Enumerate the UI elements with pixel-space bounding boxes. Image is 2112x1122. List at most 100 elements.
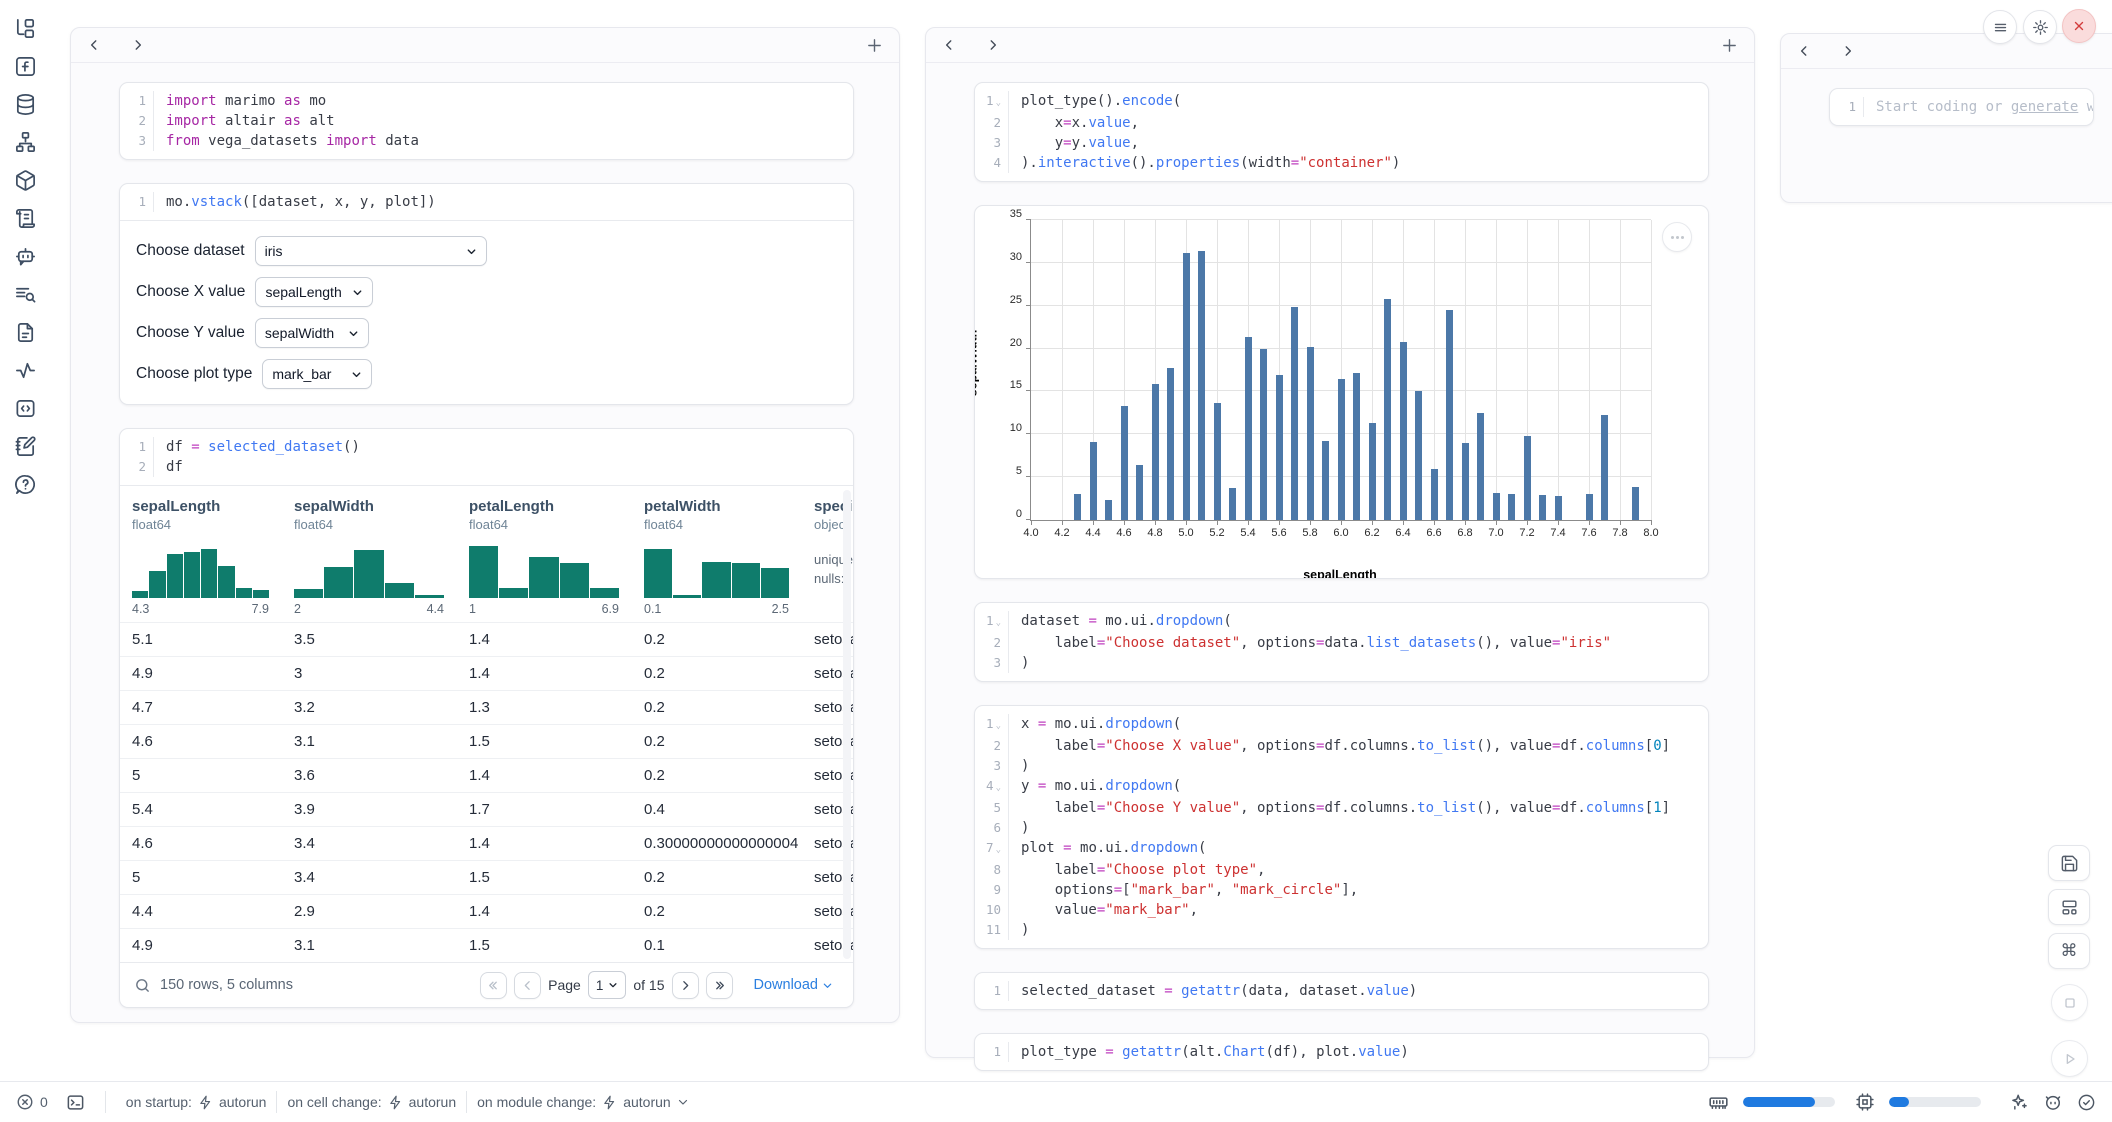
dropdown-select[interactable]: mark_bar <box>262 359 372 389</box>
file-tree-icon[interactable] <box>14 16 38 40</box>
add-cell-icon[interactable] <box>1721 37 1738 54</box>
code-line[interactable]: plot_type = getattr(alt.Chart(df), plot.… <box>1009 1042 1409 1062</box>
page-select[interactable]: 1 <box>588 971 627 999</box>
dataset-dropdown-cell[interactable]: 1⌄dataset = mo.ui.dropdown(2 label="Choo… <box>974 602 1709 682</box>
keyboard-shortcuts-icon[interactable]: ⌘ <box>2048 933 2090 969</box>
save-icon[interactable] <box>2048 845 2090 881</box>
scroll-text-icon[interactable] <box>14 206 38 230</box>
chevron-left-icon[interactable] <box>1797 44 1811 58</box>
dropdown-select[interactable]: sepalWidth <box>255 318 369 348</box>
list-search-icon[interactable] <box>14 282 38 306</box>
chart-canvas[interactable]: 051015202530354.04.24.44.64.85.05.25.45.… <box>1030 220 1651 521</box>
database-icon[interactable] <box>14 92 38 116</box>
code-line[interactable]: df <box>154 457 183 477</box>
code-line[interactable]: ) <box>1009 818 1029 838</box>
code-line[interactable]: y=y.value, <box>1009 133 1139 153</box>
column-header-sepalWidth[interactable]: sepalWidthfloat6424.4 <box>294 498 469 616</box>
code-line[interactable]: from vega_datasets import data <box>154 131 419 151</box>
code-snippet-icon[interactable] <box>14 396 38 420</box>
add-cell-icon[interactable] <box>866 37 883 54</box>
connection-status-icon[interactable] <box>2077 1093 2096 1112</box>
code-line[interactable]: y = mo.ui.dropdown( <box>1009 776 1181 798</box>
plot-encode-cell[interactable]: 1⌄plot_type().encode(2 x=x.value,3 y=y.v… <box>974 82 1709 182</box>
last-page-button[interactable] <box>706 972 733 999</box>
help-circle-icon[interactable] <box>14 472 38 496</box>
settings-gear-icon[interactable] <box>2023 10 2057 44</box>
chevron-left-icon[interactable] <box>87 38 101 52</box>
code-editor[interactable]: 1import marimo as mo2import altair as al… <box>120 83 853 159</box>
run-icon[interactable] <box>2051 1040 2088 1077</box>
code-line[interactable]: ) <box>1009 756 1029 776</box>
dropdown-select[interactable]: sepalLength <box>255 277 373 307</box>
fold-chevron-icon[interactable]: ⌄ <box>996 783 1001 793</box>
code-line[interactable]: ).interactive().properties(width="contai… <box>1009 153 1400 173</box>
code-line[interactable]: import altair as alt <box>154 111 335 131</box>
code-editor[interactable]: 1selected_dataset = getattr(data, datase… <box>975 973 1708 1009</box>
chevron-left-icon[interactable] <box>942 38 956 52</box>
code-line[interactable]: x=x.value, <box>1009 113 1139 133</box>
chevron-right-icon[interactable] <box>1841 44 1855 58</box>
chevron-right-icon[interactable] <box>986 38 1000 52</box>
vstack-cell[interactable]: 1mo.vstack([dataset, x, y, plot]) Choose… <box>119 183 854 405</box>
code-line[interactable]: plot_type().encode( <box>1009 91 1181 113</box>
terminal-icon[interactable] <box>66 1093 85 1112</box>
fold-chevron-icon[interactable]: ⌄ <box>996 618 1001 628</box>
fold-chevron-icon[interactable]: ⌄ <box>996 845 1001 855</box>
empty-cell[interactable]: 1 Start coding or generate with <box>1829 88 2094 126</box>
column-header-petalLength[interactable]: petalLengthfloat6416.9 <box>469 498 644 616</box>
chevron-right-icon[interactable] <box>131 38 145 52</box>
code-line[interactable]: ) <box>1009 920 1029 940</box>
column-header-petalWidth[interactable]: petalWidthfloat640.12.5 <box>644 498 814 616</box>
code-line[interactable]: df = selected_dataset() <box>154 437 360 457</box>
fold-chevron-icon[interactable]: ⌄ <box>996 721 1001 731</box>
chart-actions-icon[interactable] <box>1662 222 1692 252</box>
code-editor[interactable]: 1⌄dataset = mo.ui.dropdown(2 label="Choo… <box>975 603 1708 681</box>
code-line[interactable]: value="mark_bar", <box>1009 900 1198 920</box>
code-editor[interactable]: 1df = selected_dataset()2df <box>120 429 853 485</box>
code-line[interactable]: import marimo as mo <box>154 91 326 111</box>
prev-page-button[interactable] <box>514 972 541 999</box>
code-line[interactable]: label="Choose plot type", <box>1009 860 1265 880</box>
notebook-pen-icon[interactable] <box>14 434 38 458</box>
code-line[interactable]: label="Choose X value", options=df.colum… <box>1009 736 1670 756</box>
function-square-icon[interactable] <box>14 54 38 78</box>
activity-icon[interactable] <box>14 358 38 382</box>
code-line[interactable]: options=["mark_bar", "mark_circle"], <box>1009 880 1358 900</box>
dropdown-select[interactable]: iris <box>255 236 487 266</box>
search-icon[interactable] <box>134 977 151 994</box>
code-line[interactable]: ) <box>1009 653 1029 673</box>
file-text-icon[interactable] <box>14 320 38 344</box>
autorun-config-segment[interactable]: on startup:autorun <box>126 1094 267 1110</box>
code-line[interactable]: selected_dataset = getattr(data, dataset… <box>1009 981 1417 1001</box>
column-header-sepalLength[interactable]: sepalLengthfloat644.37.9 <box>132 498 294 616</box>
code-line[interactable]: mo.vstack([dataset, x, y, plot]) <box>154 192 436 212</box>
code-line[interactable]: label="Choose Y value", options=df.colum… <box>1009 798 1670 818</box>
fold-chevron-icon[interactable]: ⌄ <box>996 98 1001 108</box>
autorun-config-segment[interactable]: on cell change:autorun <box>287 1094 456 1110</box>
stop-icon[interactable] <box>2051 984 2088 1021</box>
imports-cell[interactable]: 1import marimo as mo2import altair as al… <box>119 82 854 160</box>
plot-type-cell[interactable]: 1plot_type = getattr(alt.Chart(df), plot… <box>974 1033 1709 1071</box>
assistant-icon[interactable] <box>2043 1092 2063 1112</box>
download-button[interactable]: Download <box>748 976 840 994</box>
code-line[interactable]: label="Choose dataset", options=data.lis… <box>1009 633 1611 653</box>
next-page-button[interactable] <box>672 972 699 999</box>
network-icon[interactable] <box>14 130 38 154</box>
code-line[interactable]: plot = mo.ui.dropdown( <box>1009 838 1206 860</box>
code-editor[interactable]: 1⌄plot_type().encode(2 x=x.value,3 y=y.v… <box>975 83 1708 181</box>
code-line[interactable]: dataset = mo.ui.dropdown( <box>1009 611 1232 633</box>
errors-indicator[interactable]: 0 <box>16 1093 48 1111</box>
dataframe-cell[interactable]: 1df = selected_dataset()2df sepalLengthf… <box>119 428 854 1008</box>
autorun-config-segment[interactable]: on module change:autorun <box>477 1094 689 1110</box>
close-icon[interactable] <box>2062 9 2096 43</box>
ai-sparkles-icon[interactable] <box>2009 1092 2029 1112</box>
code-editor[interactable]: 1plot_type = getattr(alt.Chart(df), plot… <box>975 1034 1708 1070</box>
app-view-icon[interactable] <box>2048 889 2090 925</box>
code-editor[interactable]: 1mo.vstack([dataset, x, y, plot]) <box>120 184 853 220</box>
code-editor[interactable]: 1⌄x = mo.ui.dropdown(2 label="Choose X v… <box>975 706 1708 948</box>
table-scrollbar[interactable] <box>843 490 851 959</box>
menu-icon[interactable] <box>1983 10 2017 44</box>
xy-plot-dropdowns-cell[interactable]: 1⌄x = mo.ui.dropdown(2 label="Choose X v… <box>974 705 1709 949</box>
bot-message-icon[interactable] <box>14 244 38 268</box>
first-page-button[interactable] <box>480 972 507 999</box>
